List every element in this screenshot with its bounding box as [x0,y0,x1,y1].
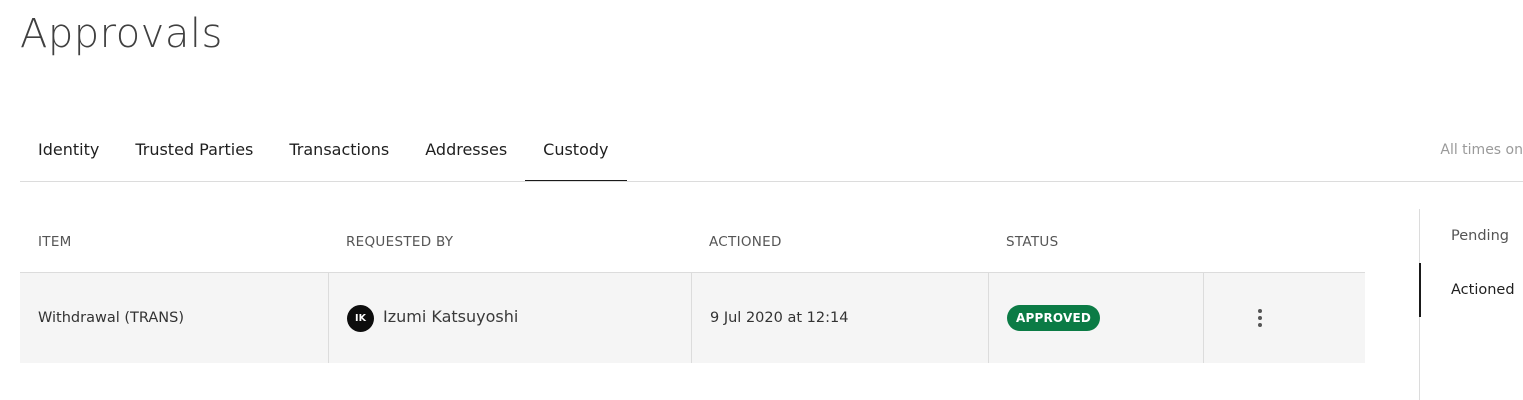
status-filter-nav: Pending Actioned [1419,209,1523,400]
tab-identity[interactable]: Identity [20,120,117,180]
actioned-cell: 9 Jul 2020 at 12:14 [691,273,988,363]
column-header-actioned: ACTIONED [709,234,782,250]
actions-cell [1203,273,1365,363]
column-header-item: ITEM [38,234,72,250]
tab-addresses[interactable]: Addresses [407,120,525,180]
status-badge: APPROVED [1007,305,1101,331]
column-header-requested-by: REQUESTED BY [346,234,454,250]
kebab-menu-icon[interactable] [1248,303,1272,333]
approval-tabs: Identity Trusted Parties Transactions Ad… [20,120,627,182]
timezone-note: All times on [1440,142,1523,158]
actioned-timestamp: 9 Jul 2020 at 12:14 [710,310,849,326]
column-header-actions [1203,212,1365,272]
table-row[interactable]: Withdrawal (TRANS) IK Izumi Katsuyoshi 9… [20,273,1365,363]
side-nav-item-actioned[interactable]: Actioned [1419,263,1523,317]
item-cell: Withdrawal (TRANS) [20,273,328,363]
tab-custody[interactable]: Custody [525,120,627,182]
approvals-table: ITEM REQUESTED BY ACTIONED STATUS Withdr… [20,212,1365,363]
avatar: IK [347,304,374,332]
side-nav-item-pending[interactable]: Pending [1420,209,1523,263]
status-cell: APPROVED [988,273,1203,363]
tabs-divider [20,181,1523,182]
table-header: ITEM REQUESTED BY ACTIONED STATUS [20,212,1365,273]
tab-trusted-parties[interactable]: Trusted Parties [117,120,271,180]
requester-name: Izumi Katsuyoshi [383,306,519,326]
requested-by-cell: IK Izumi Katsuyoshi [328,273,691,363]
tab-transactions[interactable]: Transactions [271,120,407,180]
item-name: Withdrawal (TRANS) [38,310,184,326]
column-header-status: STATUS [1006,234,1059,250]
page-title: Approvals [20,11,223,57]
